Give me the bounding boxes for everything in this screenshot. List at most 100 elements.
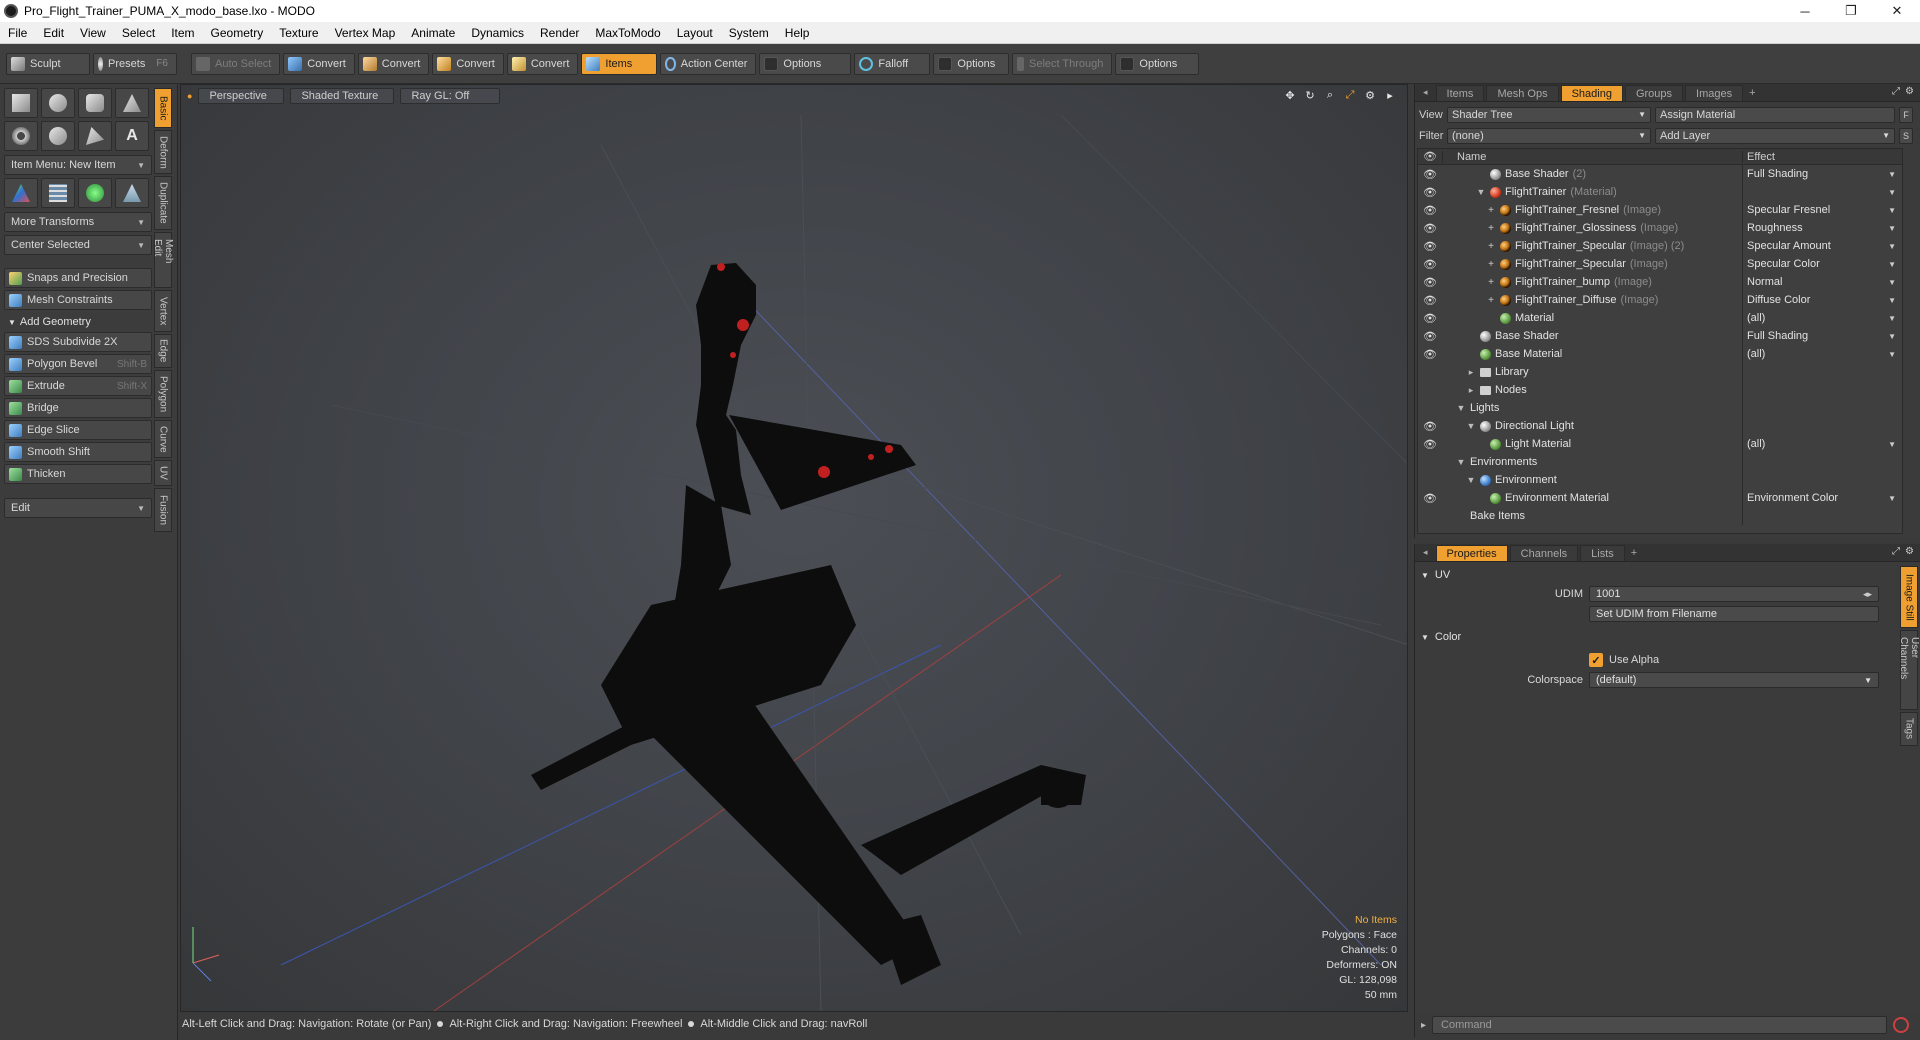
pyramid-tool-button[interactable] bbox=[115, 178, 149, 208]
tab-mesh-edit[interactable]: Mesh Edit bbox=[152, 232, 174, 288]
fit-icon[interactable]: ⤢ bbox=[1343, 88, 1357, 102]
maximize-panel-icon[interactable]: ⤢ bbox=[1892, 86, 1900, 97]
menu-geometry[interactable]: Geometry bbox=[203, 26, 272, 40]
menu-edit[interactable]: Edit bbox=[35, 26, 72, 40]
expand-icon[interactable]: ▸ bbox=[1383, 88, 1397, 102]
tree-row[interactable]: 👁 + FlightTrainer_Fresnel (Image) Specular F… bbox=[1418, 201, 1902, 219]
panel-menu-icon[interactable]: ◂ bbox=[1423, 547, 1428, 558]
expand-plus-icon[interactable]: + bbox=[1486, 241, 1496, 252]
action-center-options-button[interactable]: Options bbox=[759, 52, 852, 75]
command-expand-icon[interactable]: ▸ bbox=[1421, 1020, 1426, 1031]
menu-system[interactable]: System bbox=[721, 26, 777, 40]
convert-materials-button[interactable]: Convert bbox=[506, 52, 579, 75]
thicken-button[interactable]: Thicken bbox=[4, 464, 152, 484]
chevron-icon[interactable]: ▸ bbox=[1466, 385, 1476, 396]
eye-icon[interactable]: 👁 bbox=[1418, 420, 1442, 433]
mesh-constraints-button[interactable]: Mesh Constraints bbox=[4, 290, 152, 310]
torus-tool-button[interactable] bbox=[4, 121, 38, 151]
tab-image-still[interactable]: Image Still bbox=[1900, 566, 1918, 628]
tree-row[interactable]: 👁 + FlightTrainer_Glossiness (Image) Roughne… bbox=[1418, 219, 1902, 237]
chevron-icon[interactable]: ▼ bbox=[1466, 475, 1476, 485]
panel-menu-icon[interactable]: ◂ bbox=[1423, 87, 1428, 98]
text-tool-button[interactable]: A bbox=[115, 121, 149, 151]
snaps-button[interactable]: Snaps and Precision bbox=[4, 268, 152, 288]
chevron-icon[interactable]: ▼ bbox=[1476, 187, 1486, 197]
column-effect[interactable]: Effect bbox=[1742, 150, 1902, 163]
tree-row[interactable]: 👁 Base Shader Full Shading ▼ bbox=[1418, 327, 1902, 345]
add-layer-dropdown[interactable]: Add Layer ▼ bbox=[1655, 127, 1895, 144]
falloff-button[interactable]: Falloff bbox=[854, 52, 931, 75]
zoom-icon[interactable]: ⌕ bbox=[1323, 88, 1337, 102]
viewport-menu-icon[interactable]: ● bbox=[187, 91, 192, 101]
tab-items[interactable]: Items bbox=[1435, 85, 1485, 101]
tab-properties[interactable]: Properties bbox=[1435, 545, 1508, 561]
effect-cell[interactable]: Full Shading ▼ bbox=[1742, 165, 1902, 183]
menu-file[interactable]: File bbox=[0, 26, 35, 40]
tab-images[interactable]: Images bbox=[1685, 85, 1744, 101]
effect-cell[interactable]: Roughness ▼ bbox=[1742, 219, 1902, 237]
more-transforms-dropdown[interactable]: More Transforms ▼ bbox=[4, 212, 152, 232]
tab-deform[interactable]: Deform bbox=[154, 130, 172, 174]
tree-row[interactable]: 👁 ▼ Directional Light bbox=[1418, 417, 1902, 435]
tab-groups[interactable]: Groups bbox=[1624, 85, 1684, 101]
item-menu-dropdown[interactable]: Item Menu: New Item ▼ bbox=[4, 155, 152, 175]
menu-vertex-map[interactable]: Vertex Map bbox=[327, 26, 404, 40]
expand-plus-icon[interactable]: + bbox=[1486, 277, 1496, 288]
effect-cell[interactable]: (all) ▼ bbox=[1742, 345, 1902, 363]
menu-render[interactable]: Render bbox=[532, 26, 587, 40]
tree-row[interactable]: 👁 + FlightTrainer_bump (Image) Normal ▼ bbox=[1418, 273, 1902, 291]
menu-select[interactable]: Select bbox=[114, 26, 163, 40]
effect-cell[interactable]: Diffuse Color ▼ bbox=[1742, 291, 1902, 309]
select-through-options-button[interactable]: Options bbox=[1115, 52, 1200, 75]
tree-row[interactable]: 👁 + FlightTrainer_Specular (Image) Specular … bbox=[1418, 255, 1902, 273]
eye-icon[interactable]: 👁 bbox=[1418, 348, 1442, 361]
expand-plus-icon[interactable]: + bbox=[1486, 205, 1496, 216]
tab-lists[interactable]: Lists bbox=[1580, 545, 1625, 561]
stepper-icon[interactable]: ◂▸ bbox=[1863, 589, 1872, 600]
close-button[interactable]: ✕ bbox=[1874, 0, 1920, 22]
pen-tool-button[interactable] bbox=[78, 121, 112, 151]
edge-slice-button[interactable]: Edge Slice bbox=[4, 420, 152, 440]
set-udim-button[interactable]: Set UDIM from Filename bbox=[1589, 606, 1879, 622]
tree-row[interactable]: ▼ Lights bbox=[1418, 399, 1902, 417]
eye-icon[interactable]: 👁 bbox=[1418, 168, 1442, 181]
eye-icon[interactable]: 👁 bbox=[1418, 330, 1442, 343]
tab-shading[interactable]: Shading bbox=[1560, 85, 1623, 101]
tree-row[interactable]: ▸ Nodes bbox=[1418, 381, 1902, 399]
menu-item[interactable]: Item bbox=[163, 26, 202, 40]
filter-dropdown[interactable]: (none) ▼ bbox=[1447, 127, 1651, 144]
f-button[interactable]: F bbox=[1899, 106, 1913, 123]
effect-cell[interactable]: (all) ▼ bbox=[1742, 309, 1902, 327]
eye-icon[interactable]: 👁 bbox=[1418, 186, 1442, 199]
udim-field[interactable]: 1001 ◂▸ bbox=[1589, 586, 1879, 602]
ray-gl-button[interactable]: Ray GL: Off bbox=[400, 88, 501, 104]
tab-polygon[interactable]: Polygon bbox=[154, 370, 172, 418]
eye-icon[interactable]: 👁 bbox=[1418, 258, 1442, 271]
tree-row[interactable]: 👁 Base Material (all) ▼ bbox=[1418, 345, 1902, 363]
tab-edge[interactable]: Edge bbox=[154, 334, 172, 368]
eye-icon[interactable]: 👁 bbox=[1418, 438, 1442, 451]
grid-tool-button[interactable] bbox=[41, 178, 75, 208]
tree-row[interactable]: ▸ Library bbox=[1418, 363, 1902, 381]
tree-row[interactable]: Bake Items bbox=[1418, 507, 1902, 525]
edit-dropdown[interactable]: Edit ▼ bbox=[4, 498, 152, 518]
tab-duplicate[interactable]: Duplicate bbox=[154, 176, 172, 230]
eye-icon[interactable]: 👁 bbox=[1418, 204, 1442, 217]
uv-section-header[interactable]: ▼ UV bbox=[1415, 566, 1920, 584]
column-name[interactable]: Name bbox=[1442, 150, 1742, 163]
tab-tags[interactable]: Tags bbox=[1900, 712, 1918, 746]
globe-tool-button[interactable] bbox=[78, 178, 112, 208]
shading-mode-button[interactable]: Shaded Texture bbox=[290, 88, 395, 104]
tree-row[interactable]: 👁 Environment Material Environment Color ▼ bbox=[1418, 489, 1902, 507]
menu-view[interactable]: View bbox=[72, 26, 114, 40]
settings-icon[interactable]: ⚙ bbox=[1905, 86, 1914, 97]
tree-row[interactable]: 👁 Material (all) ▼ bbox=[1418, 309, 1902, 327]
3d-viewport[interactable]: ● Perspective Shaded Texture Ray GL: Off… bbox=[180, 84, 1408, 1012]
eye-icon[interactable]: 👁 bbox=[1418, 222, 1442, 235]
tab-uv[interactable]: UV bbox=[154, 460, 172, 486]
effect-cell[interactable]: Full Shading ▼ bbox=[1742, 327, 1902, 345]
convert-polygons-button[interactable]: Convert bbox=[432, 52, 504, 75]
command-input[interactable] bbox=[1432, 1016, 1888, 1034]
bridge-button[interactable]: Bridge bbox=[4, 398, 152, 418]
expand-plus-icon[interactable]: + bbox=[1486, 223, 1496, 234]
